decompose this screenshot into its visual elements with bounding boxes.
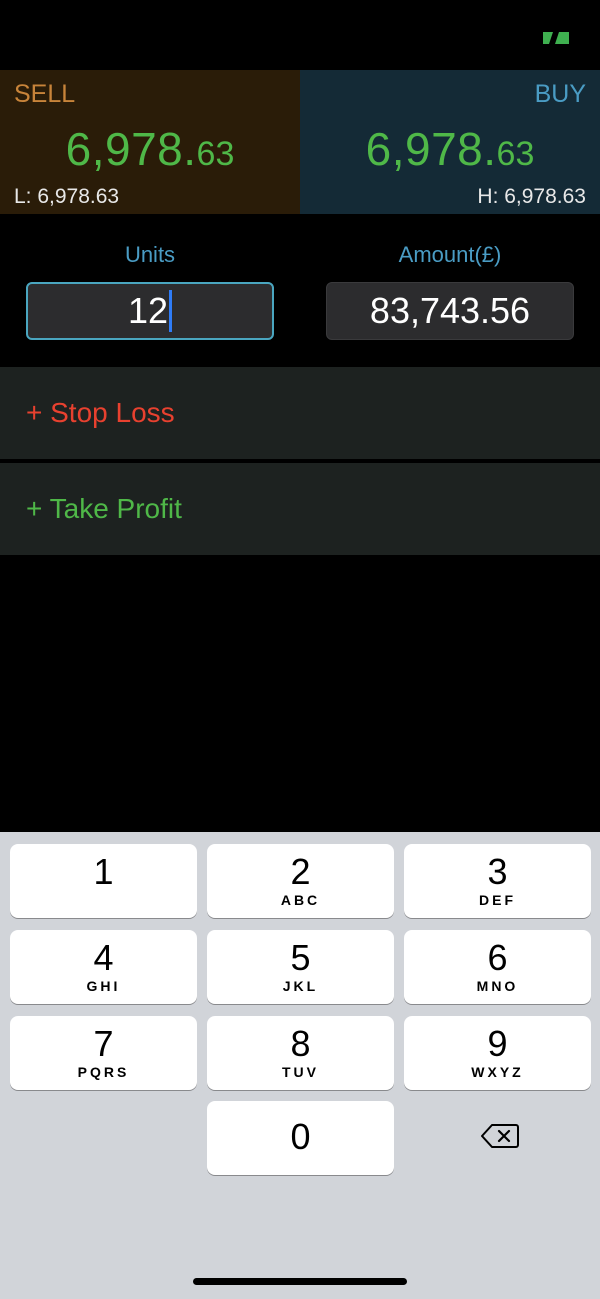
backspace-icon[interactable] <box>480 1123 520 1149</box>
take-profit-button[interactable]: + Take Profit <box>0 463 600 555</box>
sell-panel[interactable]: SELL 6,978.63 L: 6,978.63 <box>0 70 300 214</box>
stop-loss-label: + Stop Loss <box>26 397 175 428</box>
sell-price: 6,978.63 <box>0 122 300 176</box>
key-6[interactable]: 6 MNO <box>404 930 591 1004</box>
key-7[interactable]: 7 PQRS <box>10 1016 197 1090</box>
sell-price-fraction: 63 <box>196 135 235 173</box>
amount-input[interactable]: 83,743.56 <box>326 282 574 340</box>
buy-label: BUY <box>534 80 586 108</box>
take-profit-label: + Take Profit <box>26 493 182 524</box>
key-4[interactable]: 4 GHI <box>10 930 197 1004</box>
key-9[interactable]: 9 WXYZ <box>404 1016 591 1090</box>
key-1[interactable]: 1 <box>10 844 197 918</box>
buy-price: 6,978.63 <box>300 122 600 176</box>
amount-label: Amount(£) <box>398 242 502 267</box>
sell-low: L: 6,978.63 <box>14 185 120 208</box>
switch-arrows-icon[interactable] <box>540 30 572 46</box>
buy-price-main: 6,978. <box>365 123 497 175</box>
units-label: Units <box>124 242 176 267</box>
stop-loss-button[interactable]: + Stop Loss <box>0 367 600 459</box>
buy-high: H: 6,978.63 <box>477 185 586 208</box>
sell-price-main: 6,978. <box>65 123 197 175</box>
home-indicator[interactable] <box>193 1278 407 1285</box>
key-8[interactable]: 8 TUV <box>207 1016 394 1090</box>
key-3[interactable]: 3 DEF <box>404 844 591 918</box>
key-5[interactable]: 5 JKL <box>207 930 394 1004</box>
buy-panel[interactable]: BUY 6,978.63 H: 6,978.63 <box>300 70 600 214</box>
amount-value: 83,743.56 <box>369 290 531 331</box>
key-0[interactable]: 0 <box>207 1101 394 1175</box>
buy-price-fraction: 63 <box>496 135 535 173</box>
key-2[interactable]: 2 ABC <box>207 844 394 918</box>
units-input[interactable]: 12 <box>26 282 274 340</box>
sell-label: SELL <box>14 80 76 108</box>
top-bar <box>0 0 600 70</box>
text-caret <box>169 290 173 332</box>
units-value: 12 <box>127 290 169 331</box>
